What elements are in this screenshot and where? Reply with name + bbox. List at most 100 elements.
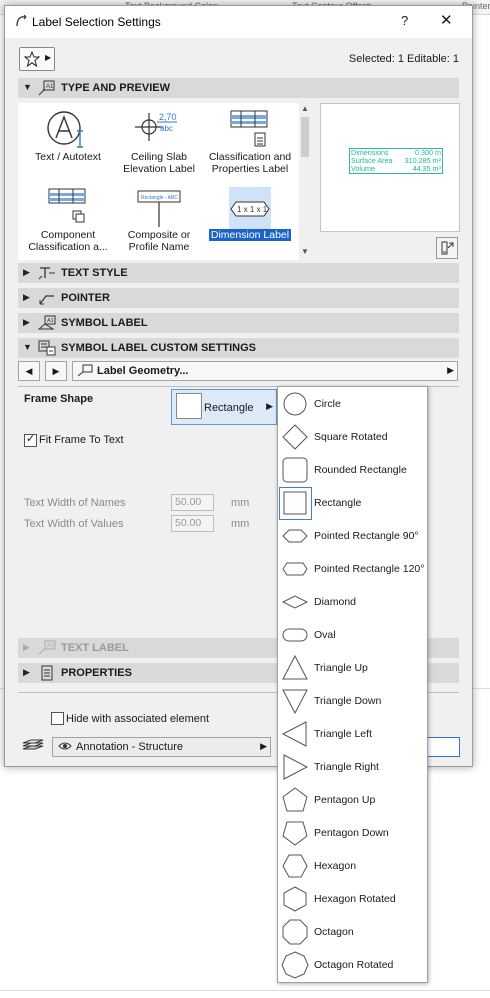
ok-button[interactable] bbox=[426, 737, 460, 757]
shape-option-triangle-down[interactable]: Triangle Down bbox=[278, 684, 427, 717]
triangle-right-icon bbox=[283, 754, 309, 780]
shape-option-square-rotated[interactable]: Square Rotated bbox=[278, 420, 427, 453]
shape-option-circle[interactable]: Circle bbox=[278, 387, 427, 420]
shape-option-diamond[interactable]: Diamond bbox=[278, 585, 427, 618]
chevron-right-icon: ▶ bbox=[23, 267, 30, 277]
label-app-icon bbox=[16, 14, 27, 27]
shape-option-octagon[interactable]: Octagon bbox=[278, 915, 427, 948]
section-type-and-preview[interactable]: ▼ A1 TYPE AND PREVIEW bbox=[18, 78, 459, 98]
label-geometry-icon bbox=[77, 364, 93, 377]
preview-options-button[interactable] bbox=[436, 237, 458, 259]
shape-option-label: Triangle Left bbox=[314, 728, 372, 740]
triangle-down-icon bbox=[282, 689, 308, 715]
background-divider bbox=[0, 990, 490, 991]
label-type-name: Classification and Properties Label bbox=[208, 151, 292, 175]
layer-dropdown[interactable]: Annotation - Structure ▶ bbox=[52, 737, 271, 757]
page-navigation: ◀ ▶ Label Geometry... ▶ bbox=[18, 361, 459, 381]
shape-option-triangle-left[interactable]: Triangle Left bbox=[278, 717, 427, 750]
fit-frame-checkbox[interactable] bbox=[24, 432, 37, 447]
scrollbar-thumb[interactable] bbox=[301, 117, 309, 157]
chevron-right-icon: ▶ bbox=[266, 401, 273, 411]
text-width-names-label: Text Width of Names bbox=[24, 497, 126, 509]
chevron-left-icon: ◀ bbox=[25, 366, 33, 376]
shape-option-triangle-right[interactable]: Triangle Right bbox=[278, 750, 427, 783]
shape-option-label: Hexagon bbox=[314, 860, 357, 872]
rectangle-icon bbox=[283, 491, 307, 515]
chevron-down-icon: ▼ bbox=[23, 82, 32, 92]
page-selector-dropdown[interactable]: Label Geometry... ▶ bbox=[72, 361, 458, 381]
custom-settings-icon bbox=[38, 340, 56, 356]
fit-frame-label: Fit Frame To Text bbox=[39, 434, 124, 446]
shape-option-rounded-rectangle[interactable]: Rounded Rectangle bbox=[278, 453, 427, 486]
eye-icon bbox=[58, 742, 72, 750]
shape-option-hexagon-rotated[interactable]: Hexagon Rotated bbox=[278, 882, 427, 915]
page-name: Label Geometry... bbox=[97, 365, 189, 377]
shape-option-pentagon-down[interactable]: Pentagon Down bbox=[278, 816, 427, 849]
text-autotext-icon bbox=[47, 111, 83, 148]
section-title: POINTER bbox=[61, 292, 110, 304]
frame-shape-menu: Circle Square Rotated Rounded Rectangle … bbox=[277, 386, 428, 983]
hide-with-element-checkbox[interactable] bbox=[51, 712, 64, 725]
previous-page-button[interactable]: ◀ bbox=[18, 361, 40, 381]
preview-options-icon bbox=[441, 241, 454, 255]
layers-icon bbox=[22, 739, 44, 750]
preview-name: Volume bbox=[351, 164, 375, 173]
shape-option-label: Pentagon Up bbox=[314, 794, 376, 806]
unit-label: mm bbox=[231, 518, 250, 530]
close-button[interactable]: ✕ bbox=[440, 11, 453, 29]
section-symbol-label-custom-settings[interactable]: ▼ SYMBOL LABEL CUSTOM SETTINGS bbox=[18, 338, 459, 358]
label-type-text-autotext[interactable]: Text / Autotext bbox=[25, 109, 111, 163]
section-text-style[interactable]: ▶ TEXT STYLE bbox=[18, 263, 459, 283]
circle-icon bbox=[283, 392, 307, 416]
frame-shape-dropdown[interactable]: Rectangle ▶ bbox=[171, 389, 277, 425]
section-title: SYMBOL LABEL CUSTOM SETTINGS bbox=[61, 342, 256, 354]
shape-option-label: Diamond bbox=[314, 596, 357, 608]
shape-option-octagon-rotated[interactable]: Octagon Rotated bbox=[278, 948, 427, 981]
shape-option-triangle-up[interactable]: Triangle Up bbox=[278, 651, 427, 684]
symbol-label-icon: A1 bbox=[38, 315, 56, 330]
component-classification-icon bbox=[48, 188, 86, 223]
section-title: PROPERTIES bbox=[61, 667, 132, 679]
label-type-classification[interactable]: Classification and Properties Label bbox=[207, 109, 293, 175]
pentagon-up-icon bbox=[282, 787, 308, 812]
text-width-names-input[interactable]: 50.00 bbox=[171, 494, 214, 511]
shape-option-label: Pentagon Down bbox=[314, 827, 389, 839]
section-title: SYMBOL LABEL bbox=[61, 317, 148, 329]
shape-option-hexagon[interactable]: Hexagon bbox=[278, 849, 427, 882]
pointed-rectangle-90-icon bbox=[282, 529, 308, 543]
shape-option-pointed-rectangle-90[interactable]: Pointed Rectangle 90° bbox=[278, 519, 427, 552]
selection-count: Selected: 1 Editable: 1 bbox=[348, 53, 459, 65]
label-type-dimension-label[interactable]: 1 x 1 x 1 Dimension Label bbox=[207, 187, 293, 241]
composite-profile-icon: Rectangle - ABC bbox=[137, 190, 181, 227]
shape-option-rectangle[interactable]: Rectangle bbox=[278, 486, 427, 520]
scroll-down-icon[interactable]: ▼ bbox=[301, 247, 309, 256]
section-title: TEXT STYLE bbox=[61, 267, 128, 279]
svg-text:A1: A1 bbox=[47, 318, 54, 324]
next-page-button[interactable]: ▶ bbox=[45, 361, 67, 381]
section-symbol-label[interactable]: ▶ A1 SYMBOL LABEL bbox=[18, 313, 459, 333]
shape-option-label: Octagon bbox=[314, 926, 354, 938]
label-type-ceiling-slab[interactable]: 2,70 abc Ceiling Slab Elevation Label bbox=[116, 109, 202, 175]
title-bar: Label Selection Settings ? ✕ bbox=[5, 6, 472, 38]
label-type-name: Text / Autotext bbox=[35, 151, 101, 163]
help-button[interactable]: ? bbox=[401, 13, 408, 28]
label-type-composite-profile[interactable]: Rectangle - ABC Composite or Profile Nam… bbox=[116, 187, 202, 253]
text-style-icon bbox=[38, 267, 55, 280]
section-pointer[interactable]: ▶ POINTER bbox=[18, 288, 459, 308]
shape-option-oval[interactable]: Oval bbox=[278, 618, 427, 651]
chevron-right-icon: ▶ bbox=[260, 741, 267, 751]
label-type-component-classification[interactable]: Component Classification a... bbox=[25, 187, 111, 253]
text-width-values-label: Text Width of Values bbox=[24, 518, 124, 530]
shape-option-label: Square Rotated bbox=[314, 431, 388, 443]
rectangle-shape-icon bbox=[176, 393, 202, 419]
shape-option-label: Octagon Rotated bbox=[314, 959, 394, 971]
label-type-scrollbar[interactable]: ▲ ▼ bbox=[299, 103, 311, 260]
shape-option-pointed-rectangle-120[interactable]: Pointed Rectangle 120° bbox=[278, 552, 427, 585]
rounded-rectangle-icon bbox=[282, 457, 308, 483]
shape-option-pentagon-up[interactable]: Pentagon Up bbox=[278, 783, 427, 816]
scroll-up-icon[interactable]: ▲ bbox=[301, 104, 309, 113]
properties-icon bbox=[41, 665, 53, 681]
favorites-button[interactable]: ▶ bbox=[19, 47, 55, 71]
text-width-values-input[interactable]: 50.00 bbox=[171, 515, 214, 532]
composite-sign-text: Rectangle - ABC bbox=[141, 195, 178, 201]
